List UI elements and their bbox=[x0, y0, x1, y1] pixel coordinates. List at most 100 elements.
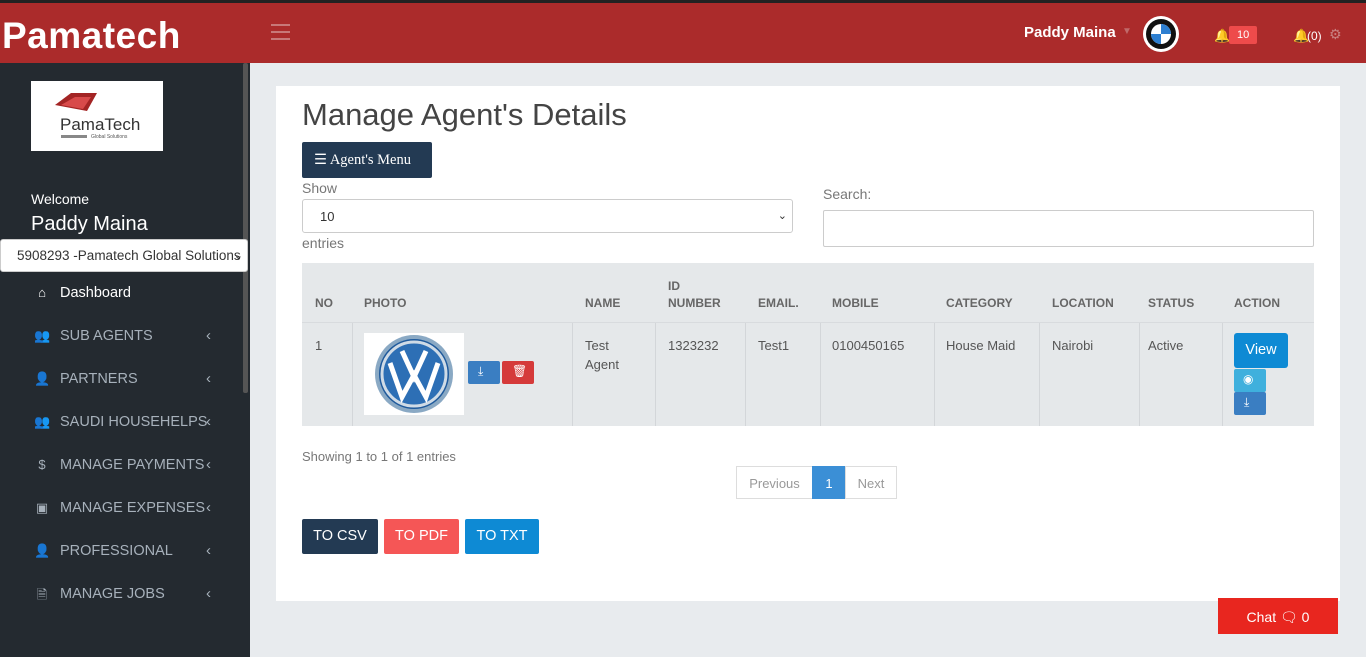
sidebar-item-sub-agents[interactable]: 👥 SUB AGENTS ‹ bbox=[0, 316, 243, 359]
export-pdf-button[interactable]: TO PDF bbox=[384, 519, 459, 554]
alerts-count[interactable]: (0) bbox=[1307, 29, 1322, 43]
user-icon: 👤 bbox=[34, 543, 51, 558]
chevron-left-icon: ‹ bbox=[206, 370, 211, 387]
sidebar-scrollbar[interactable] bbox=[243, 63, 248, 393]
column-header-id-number[interactable]: ID NUMBER bbox=[668, 278, 728, 312]
cell-email: Test1 bbox=[758, 338, 790, 353]
search-input[interactable] bbox=[823, 210, 1314, 247]
top-bar: Pamatech Paddy Maina ▼ 🔔 10 🔔 (0) ⚙ bbox=[0, 0, 1366, 63]
cell-mobile: 0100450165 bbox=[832, 338, 905, 353]
user-menu-name[interactable]: Paddy Maina bbox=[1024, 24, 1116, 41]
cell-id-number: 1323232 bbox=[668, 338, 719, 353]
column-header-location[interactable]: LOCATION bbox=[1052, 295, 1114, 312]
sidebar-item-manage-jobs[interactable]: 🗎 MANAGE JOBS ‹ bbox=[0, 574, 243, 617]
column-header-no[interactable]: NO bbox=[315, 295, 333, 312]
pagination-page-1[interactable]: 1 bbox=[812, 466, 846, 499]
chevron-left-icon: ‹ bbox=[206, 413, 211, 430]
cell-status: Active bbox=[1148, 338, 1184, 353]
file-icon: 🗎 bbox=[36, 587, 48, 602]
comments-icon: 🗨 bbox=[1280, 609, 1298, 625]
chevron-down-icon: ⌄ bbox=[233, 250, 243, 262]
eye-icon: ◉ bbox=[1243, 372, 1254, 386]
brand-title[interactable]: Pamatech bbox=[2, 15, 181, 57]
agent-photo bbox=[364, 333, 464, 415]
bars-icon: ☰ bbox=[314, 152, 327, 168]
sidebar-item-saudi-househelps[interactable]: 👥 SAUDI HOUSEHELPS ‹ bbox=[0, 402, 243, 445]
cell-location: Nairobi bbox=[1052, 338, 1094, 353]
sidebar-item-manage-expenses[interactable]: ▣ MANAGE EXPENSES ‹ bbox=[0, 488, 243, 531]
users-icon: 👥 bbox=[34, 328, 51, 343]
column-header-email[interactable]: EMAIL. bbox=[758, 295, 799, 312]
cell-name: Test Agent bbox=[585, 338, 619, 372]
download-photo-button[interactable]: ⤓ bbox=[468, 361, 500, 384]
chat-button[interactable]: Chat 🗨 0 bbox=[1218, 598, 1338, 634]
sidebar-item-label: SUB AGENTS bbox=[60, 328, 153, 344]
home-icon: ⌂ bbox=[38, 285, 46, 300]
sidebar-user-name: Paddy Maina bbox=[31, 213, 148, 235]
cell-no: 1 bbox=[315, 338, 323, 353]
delete-photo-button[interactable]: 🗑 bbox=[502, 361, 534, 384]
entries-label: entries bbox=[302, 235, 345, 251]
chevron-down-icon[interactable]: ▼ bbox=[1122, 26, 1132, 37]
sidebar-item-dashboard[interactable]: ⌂ Dashboard bbox=[0, 273, 243, 316]
column-divider bbox=[572, 323, 573, 426]
gear-icon[interactable]: ⚙ bbox=[1329, 26, 1342, 43]
table-info: Showing 1 to 1 of 1 entries bbox=[302, 449, 456, 464]
pagination-previous[interactable]: Previous bbox=[736, 466, 813, 499]
sidebar-item-label: MANAGE EXPENSES bbox=[60, 500, 206, 516]
column-header-mobile[interactable]: MOBILE bbox=[832, 295, 879, 312]
export-csv-button[interactable]: TO CSV bbox=[302, 519, 378, 554]
company-select[interactable]: 5908293 -Pamatech Global Solutions ⌄ bbox=[0, 239, 248, 272]
page-length-select[interactable]: 10 ⌄ bbox=[302, 199, 793, 233]
sidebar-toggle-icon[interactable] bbox=[271, 24, 290, 40]
column-divider bbox=[1139, 323, 1140, 426]
dollar-icon: $ bbox=[38, 457, 46, 472]
show-label: Show bbox=[302, 180, 338, 196]
column-divider bbox=[1222, 323, 1223, 426]
view-button[interactable]: View bbox=[1234, 333, 1288, 368]
sidebar: PamaTech Global Solutions Welcome Paddy … bbox=[0, 63, 250, 657]
notification-badge[interactable]: 10 bbox=[1229, 26, 1258, 44]
page-title: Manage Agent's Details bbox=[302, 97, 627, 132]
chevron-left-icon: ‹ bbox=[206, 542, 211, 559]
chevron-left-icon: ‹ bbox=[206, 327, 211, 344]
column-header-photo[interactable]: PHOTO bbox=[364, 295, 406, 312]
agents-menu-label: Agent's Menu bbox=[329, 152, 411, 168]
chevron-left-icon: ‹ bbox=[206, 585, 211, 602]
sidebar-item-label: Dashboard bbox=[60, 285, 131, 301]
avatar[interactable] bbox=[1143, 16, 1179, 52]
chevron-left-icon: ‹ bbox=[206, 456, 211, 473]
pagination-next[interactable]: Next bbox=[845, 466, 897, 499]
column-divider bbox=[820, 323, 821, 426]
welcome-label: Welcome bbox=[31, 191, 90, 207]
money-icon: ▣ bbox=[35, 500, 49, 515]
column-header-category[interactable]: CATEGORY bbox=[946, 295, 1013, 312]
download-button[interactable]: ⤓ bbox=[1234, 392, 1266, 415]
logo-subtext: Global Solutions bbox=[91, 134, 128, 140]
column-header-action[interactable]: ACTION bbox=[1234, 295, 1280, 312]
agents-menu-button[interactable]: ☰ Agent's Menu bbox=[302, 142, 432, 178]
export-txt-button[interactable]: TO TXT bbox=[465, 519, 539, 554]
sidebar-item-label: MANAGE JOBS bbox=[60, 586, 165, 602]
sidebar-item-label: PROFESSIONAL bbox=[60, 543, 173, 559]
column-divider bbox=[1039, 323, 1040, 426]
bell-icon[interactable]: 🔔 bbox=[1214, 28, 1230, 44]
sidebar-item-manage-payments[interactable]: $ MANAGE PAYMENTS ‹ bbox=[0, 445, 243, 488]
logo-text: PamaTech bbox=[60, 115, 141, 134]
sidebar-item-label: SAUDI HOUSEHELPS bbox=[60, 414, 208, 430]
chevron-down-icon: ⌄ bbox=[777, 210, 787, 222]
sidebar-item-partners[interactable]: 👤 PARTNERS ‹ bbox=[0, 359, 243, 402]
column-header-name[interactable]: NAME bbox=[585, 295, 620, 312]
column-divider bbox=[745, 323, 746, 426]
row-divider bbox=[302, 322, 1314, 323]
cell-category: House Maid bbox=[946, 338, 1016, 353]
preview-button[interactable]: ◉ bbox=[1234, 369, 1266, 392]
page-length-value: 10 bbox=[320, 209, 335, 224]
sidebar-item-label: MANAGE PAYMENTS bbox=[60, 457, 205, 473]
company-logo: PamaTech Global Solutions bbox=[31, 81, 163, 151]
column-header-status[interactable]: STATUS bbox=[1148, 295, 1194, 312]
sidebar-item-professional[interactable]: 👤 PROFESSIONAL ‹ bbox=[0, 531, 243, 574]
download-icon: ⤓ bbox=[478, 364, 484, 378]
search-label: Search: bbox=[823, 186, 872, 202]
chat-count: 0 bbox=[1301, 609, 1310, 625]
